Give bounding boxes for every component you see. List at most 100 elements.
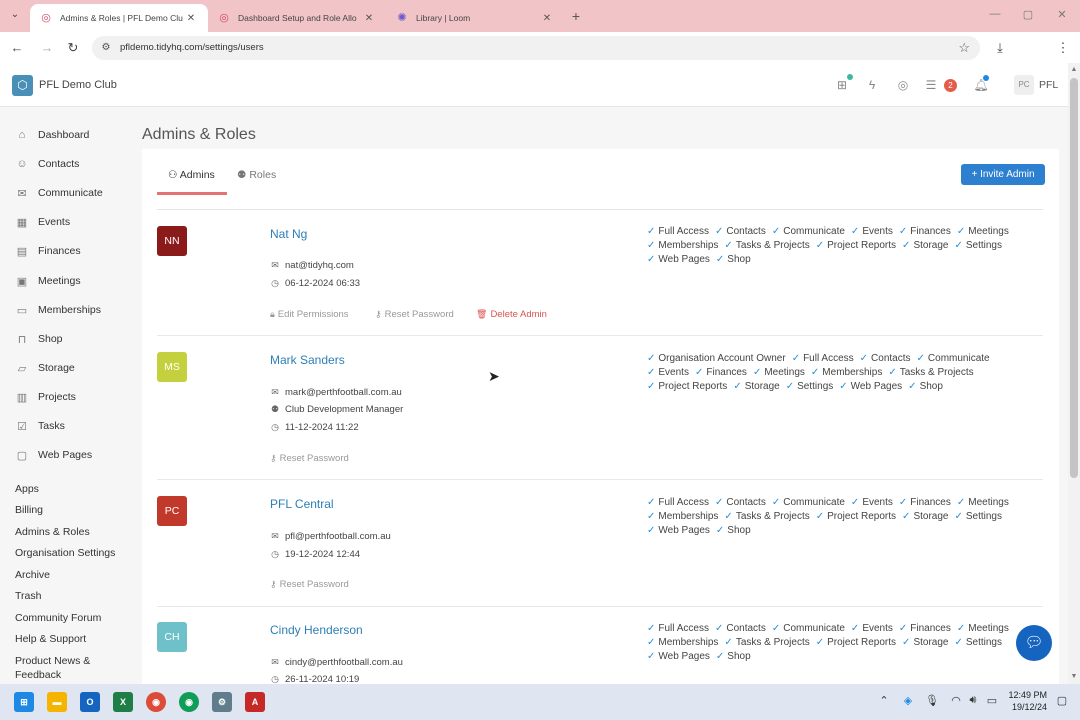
- permission-tag: ✓ Contacts: [715, 496, 766, 510]
- sidebar-item-communicate[interactable]: ✉ Communicate: [15, 184, 102, 202]
- sidebar-item-events[interactable]: ▦ Events: [15, 213, 70, 231]
- tasks-list-icon[interactable]: ☰: [923, 77, 939, 93]
- minimize-icon[interactable]: —: [988, 8, 1002, 20]
- roles-icon: ⚉: [237, 169, 250, 181]
- close-tab-icon[interactable]: ✕: [540, 13, 554, 24]
- reset-password-button[interactable]: ⚷ Reset Password: [270, 453, 349, 464]
- permission-label: Full Access: [803, 353, 854, 364]
- sidebar-link-admins-roles[interactable]: Admins & Roles: [15, 526, 90, 538]
- permission-tag: ✓ Full Access: [647, 225, 709, 239]
- tray-chevron-up-icon[interactable]: ⌃: [877, 694, 891, 707]
- sidebar-item-storage[interactable]: ▱ Storage: [15, 359, 75, 377]
- site-info-icon[interactable]: ⚙: [100, 42, 112, 54]
- permission-label: Events: [862, 623, 893, 634]
- browser-menu-icon[interactable]: ⋮: [1054, 39, 1072, 57]
- permission-label: Web Pages: [850, 381, 903, 392]
- sidebar-link-apps[interactable]: Apps: [15, 483, 39, 495]
- forward-icon[interactable]: →: [38, 39, 56, 57]
- sidebar-item-contacts[interactable]: ☺ Contacts: [15, 155, 79, 173]
- help-lifebuoy-icon[interactable]: ◎: [895, 77, 911, 93]
- sidebar-item-finances[interactable]: ▤ Finances: [15, 242, 81, 260]
- reset-password-button[interactable]: ⚷ Reset Password: [375, 309, 454, 320]
- club-name[interactable]: PFL Demo Club: [39, 79, 117, 91]
- sidebar-link-organisation-settings[interactable]: Organisation Settings: [15, 547, 115, 559]
- back-icon[interactable]: ←: [8, 39, 26, 57]
- sidebar-link-help-support[interactable]: Help & Support: [15, 633, 86, 645]
- sidebar-item-tasks[interactable]: ☑ Tasks: [15, 417, 65, 435]
- admin-name[interactable]: Mark Sanders: [270, 353, 345, 367]
- close-window-icon[interactable]: ✕: [1055, 8, 1069, 21]
- sidebar-link-trash[interactable]: Trash: [15, 590, 41, 602]
- scroll-down-icon[interactable]: ▼: [1068, 673, 1080, 680]
- admin-name[interactable]: PFL Central: [270, 497, 334, 511]
- outlook-icon[interactable]: O: [80, 692, 100, 712]
- row-divider: [157, 335, 1043, 336]
- notification-center-icon[interactable]: ▢: [1055, 694, 1069, 707]
- browser-tab-loom[interactable]: ✺ Library | Loom ✕: [386, 4, 564, 32]
- tray-app-icon[interactable]: ◈: [901, 694, 915, 707]
- sidebar-item-shop[interactable]: ⊓ Shop: [15, 330, 63, 348]
- folder-icon: ▱: [17, 362, 27, 375]
- permission-tag: ✓ Full Access: [647, 496, 709, 510]
- new-tab-icon[interactable]: +: [568, 8, 584, 24]
- chrome-icon[interactable]: ◉: [146, 692, 166, 712]
- scroll-up-icon[interactable]: ▲: [1068, 66, 1080, 73]
- row-divider: [157, 606, 1043, 607]
- role-icon: ⚉: [270, 404, 280, 414]
- file-explorer-icon[interactable]: ▬: [47, 692, 67, 712]
- browser-tab-admins-roles[interactable]: ◎ Admins & Roles | PFL Demo Clu ✕: [30, 4, 208, 32]
- scrollbar-thumb[interactable]: [1070, 78, 1078, 478]
- sidebar-item-memberships[interactable]: ▭ Memberships: [15, 301, 101, 319]
- system-clock[interactable]: 12:49 PM 19/12/24: [1003, 689, 1047, 713]
- maximize-icon[interactable]: ▢: [1021, 8, 1035, 21]
- invite-admin-button[interactable]: + Invite Admin: [961, 164, 1045, 185]
- sidebar-item-projects[interactable]: ▥ Projects: [15, 388, 76, 406]
- excel-icon[interactable]: X: [113, 692, 133, 712]
- permission-tag: ✓ Storage: [902, 239, 948, 253]
- acrobat-icon[interactable]: A: [245, 692, 265, 712]
- permission-label: Contacts: [726, 497, 766, 508]
- admin-name[interactable]: Nat Ng: [270, 227, 307, 241]
- reset-password-button[interactable]: ⚷ Reset Password: [270, 579, 349, 590]
- tab-search-icon[interactable]: ⌄: [7, 7, 23, 23]
- sidebar-link-billing[interactable]: Billing: [15, 504, 43, 516]
- calendar-icon: ▦: [16, 216, 28, 229]
- sidebar-item-label: Tasks: [38, 420, 65, 432]
- browser-tab-dashboard-setup[interactable]: ◎ Dashboard Setup and Role Allo ✕: [208, 4, 386, 32]
- admin-name[interactable]: Cindy Henderson: [270, 623, 363, 637]
- sidebar-item-web-pages[interactable]: ▢ Web Pages: [15, 446, 92, 464]
- microphone-icon[interactable]: 🎙︎: [925, 694, 939, 707]
- tab-admins[interactable]: ⚇ Admins: [168, 169, 215, 181]
- envelope-icon: ✉: [271, 531, 279, 541]
- user-menu-label[interactable]: PFL: [1039, 79, 1058, 91]
- loom-favicon-icon: ✺: [397, 12, 407, 24]
- address-bar[interactable]: ⚙ pfldemo.tidyhq.com/settings/users ☆: [92, 36, 980, 60]
- volume-icon[interactable]: 🔊︎: [966, 694, 980, 707]
- sidebar-link-community-forum[interactable]: Community Forum: [15, 612, 101, 624]
- battery-icon[interactable]: ▭: [985, 694, 999, 707]
- windows-start-icon[interactable]: ⊞: [14, 692, 34, 712]
- download-icon[interactable]: ⤓: [991, 39, 1009, 57]
- lightning-icon[interactable]: ϟ: [864, 77, 880, 93]
- chrome-profile-icon[interactable]: ◉: [179, 692, 199, 712]
- close-tab-icon[interactable]: ✕: [184, 13, 198, 24]
- sidebar-link-product-news[interactable]: Product News &: [15, 655, 90, 667]
- support-chat-icon[interactable]: 💬︎: [1016, 625, 1052, 661]
- settings-gear-icon[interactable]: ⚙: [212, 692, 232, 712]
- sidebar-link-feedback[interactable]: Feedback: [15, 669, 61, 681]
- edit-permissions-label: Edit Permissions: [277, 309, 349, 320]
- reset-password-label: Reset Password: [279, 453, 349, 464]
- sidebar-item-dashboard[interactable]: ⌂ Dashboard: [15, 126, 90, 144]
- edit-permissions-button[interactable]: 🔒︎ Edit Permissions: [270, 309, 349, 320]
- sidebar-link-archive[interactable]: Archive: [15, 569, 50, 581]
- tab-roles[interactable]: ⚉ Roles: [237, 169, 276, 181]
- reload-icon[interactable]: ↻: [64, 39, 82, 57]
- user-avatar[interactable]: PC: [1014, 75, 1034, 95]
- wifi-icon[interactable]: ◠: [949, 694, 963, 707]
- bookmark-star-icon[interactable]: ☆: [958, 40, 970, 56]
- close-tab-icon[interactable]: ✕: [362, 13, 376, 24]
- sidebar-item-meetings[interactable]: ▣ Meetings: [15, 272, 81, 290]
- delete-admin-button[interactable]: 🗑︎ Delete Admin: [476, 309, 547, 320]
- tidyhq-logo-icon[interactable]: ⬡: [12, 75, 33, 96]
- clock-icon: ◷: [271, 675, 279, 684]
